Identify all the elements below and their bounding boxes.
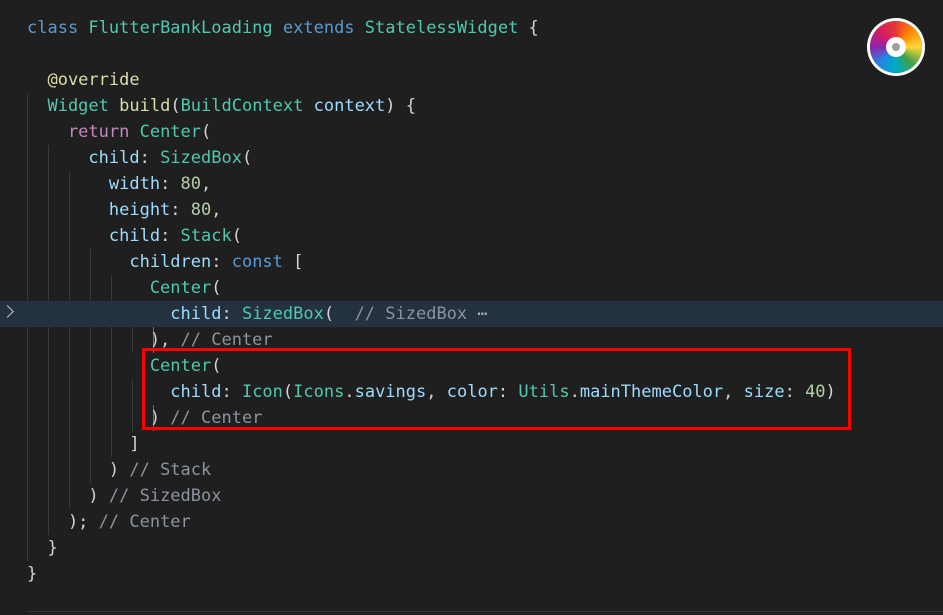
code-token: child — [27, 148, 140, 168]
code-token: ) { — [385, 96, 416, 116]
code-token: SizedBox — [241, 304, 324, 324]
code-text: ) // SizedBox — [27, 483, 221, 509]
code-line[interactable]: class FlutterBankLoading extends Statele… — [0, 15, 943, 41]
bottom-divider — [27, 611, 943, 612]
code-text: } — [27, 561, 37, 587]
code-line[interactable]: } — [0, 561, 943, 587]
code-token: class — [27, 18, 89, 38]
code-line[interactable]: child: SizedBox( — [0, 145, 943, 171]
code-token: Center — [27, 278, 212, 298]
code-token: ( — [241, 148, 253, 168]
code-text: ] — [27, 431, 140, 457]
code-token: ( — [201, 122, 212, 142]
code-line[interactable]: width: 80, — [0, 171, 943, 197]
code-token: children — [27, 252, 212, 272]
code-line[interactable] — [0, 41, 943, 67]
code-text: child: SizedBox( — [27, 145, 252, 171]
code-line[interactable]: height: 80, — [0, 197, 943, 223]
code-line[interactable]: ); // Center — [0, 509, 943, 535]
code-token: width — [27, 174, 161, 194]
code-token: } — [27, 538, 58, 558]
code-line[interactable]: @override — [0, 67, 943, 93]
code-line[interactable]: ) // Stack — [0, 457, 943, 483]
code-token: @override — [27, 70, 140, 90]
code-token: , — [211, 200, 222, 220]
code-token: , — [201, 174, 212, 194]
code-token: : — [211, 252, 232, 272]
code-text: children: const [ — [27, 249, 303, 275]
code-token: : — [221, 304, 242, 324]
color-wheel-dot — [892, 43, 900, 51]
code-text: width: 80, — [27, 171, 211, 197]
code-token: Stack — [180, 226, 232, 246]
code-token: // Center — [98, 512, 191, 532]
code-token: // SizedBox — [354, 304, 478, 324]
code-token: SizedBox — [160, 148, 242, 168]
code-token: BuildContext — [180, 96, 314, 116]
code-line[interactable]: ) // SizedBox — [0, 483, 943, 509]
code-token: [ — [293, 252, 304, 272]
code-line[interactable]: Widget build(BuildContext context) { — [0, 93, 943, 119]
code-editor[interactable]: class FlutterBankLoading extends Statele… — [0, 0, 943, 615]
code-text: Center( — [27, 275, 222, 301]
code-token: Center — [139, 122, 202, 142]
code-token: : — [160, 174, 181, 194]
code-text: ) // Stack — [27, 457, 211, 483]
folded-code-line[interactable]: child: SizedBox( // SizedBox ⋯ — [0, 301, 943, 327]
chevron-right-icon[interactable] — [1, 305, 14, 318]
code-text: class FlutterBankLoading extends Statele… — [27, 15, 539, 41]
code-token: : — [170, 200, 191, 220]
code-token: Widget — [27, 96, 120, 116]
code-token: FlutterBankLoading — [88, 18, 283, 38]
code-token: StatelessWidget — [364, 18, 529, 38]
code-token: // SizedBox — [108, 486, 222, 506]
code-text: child: SizedBox( // SizedBox ⋯ — [27, 301, 487, 327]
code-token: build — [119, 96, 171, 116]
code-line[interactable]: child: Stack( — [0, 223, 943, 249]
code-token: child — [27, 226, 161, 246]
code-token: ( — [231, 226, 242, 246]
code-token: ] — [27, 434, 140, 454]
code-text: } — [27, 535, 58, 561]
code-line[interactable]: return Center( — [0, 119, 943, 145]
code-token: ); — [27, 512, 99, 532]
code-token: ( — [211, 278, 222, 298]
code-token: ), — [27, 330, 181, 350]
code-token: } — [27, 564, 38, 584]
code-line[interactable]: Center( — [0, 275, 943, 301]
highlight-annotation-box — [142, 348, 851, 430]
code-token: extends — [282, 18, 365, 38]
code-text: ); // Center — [27, 509, 191, 535]
color-wheel-icon[interactable] — [870, 21, 922, 73]
code-line[interactable]: } — [0, 535, 943, 561]
code-token: ( — [323, 304, 355, 324]
code-token: return — [27, 122, 140, 142]
code-token: ) — [27, 460, 130, 480]
fold-ellipsis[interactable]: ⋯ — [477, 304, 487, 324]
code-token: child — [27, 304, 222, 324]
code-token: // Center — [180, 330, 273, 350]
code-text: height: 80, — [27, 197, 222, 223]
code-token: 80 — [180, 174, 202, 194]
code-token: : — [160, 226, 181, 246]
code-text: return Center( — [27, 119, 211, 145]
code-text: child: Stack( — [27, 223, 242, 249]
code-line[interactable]: children: const [ — [0, 249, 943, 275]
code-line[interactable]: ] — [0, 431, 943, 457]
code-token: : — [139, 148, 161, 168]
code-token: height — [27, 200, 171, 220]
code-token: context — [313, 96, 386, 116]
code-text: @override — [27, 67, 140, 93]
code-token: // Stack — [129, 460, 212, 480]
code-token: ) — [27, 486, 109, 506]
code-token: ( — [170, 96, 181, 116]
code-token: const — [231, 252, 294, 272]
code-token: 80 — [190, 200, 212, 220]
code-text: Widget build(BuildContext context) { — [27, 93, 416, 119]
code-token: { — [528, 18, 539, 38]
